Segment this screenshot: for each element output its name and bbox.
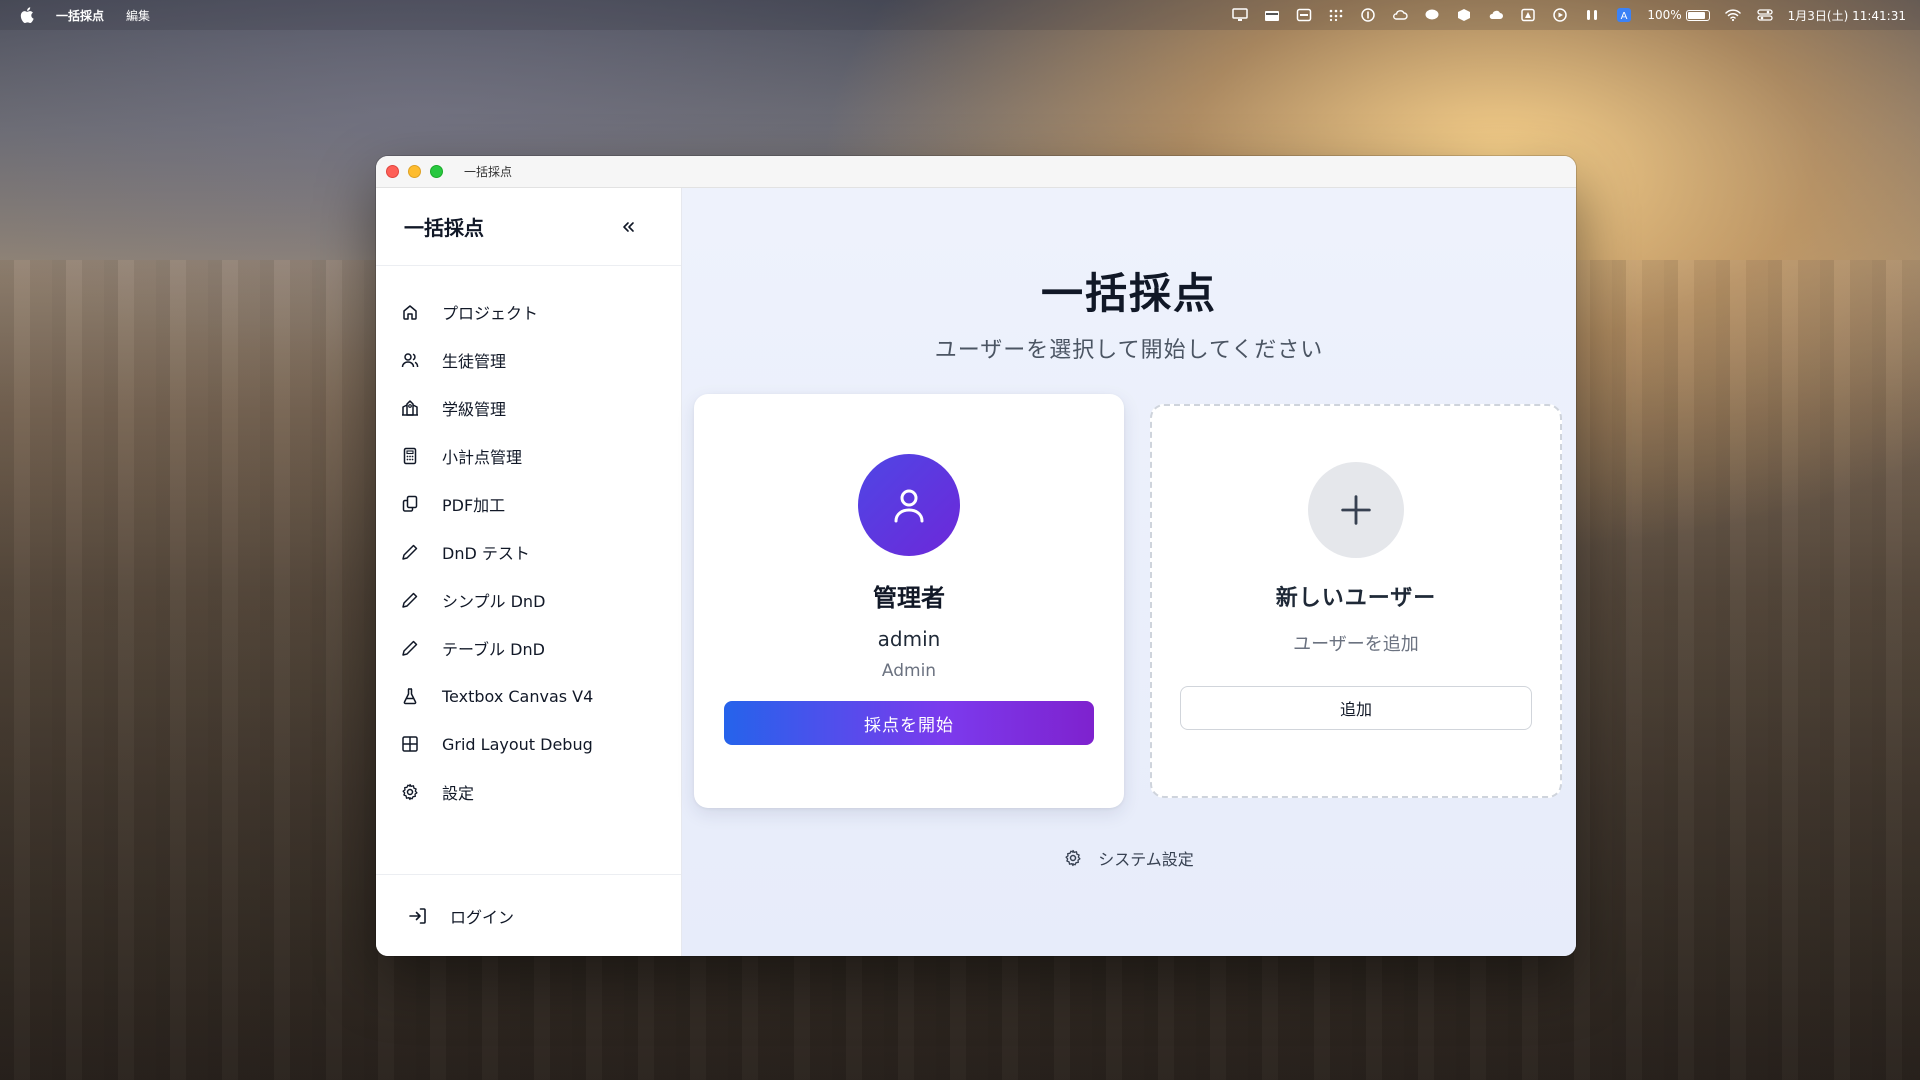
user-role: Admin — [881, 661, 937, 681]
apple-icon[interactable] — [20, 7, 34, 23]
school-icon — [400, 398, 420, 418]
maximize-window-button[interactable] — [430, 165, 443, 178]
start-grading-button[interactable]: 採点を開始 — [724, 701, 1094, 745]
gear-icon — [1064, 849, 1082, 867]
page-title: 一括採点 — [1040, 269, 1217, 318]
sidebar-title: 一括採点 — [404, 216, 484, 240]
new-user-subtitle: ユーザーを追加 — [1293, 634, 1419, 655]
login-button[interactable]: ログイン — [408, 904, 514, 928]
plus-icon — [1308, 462, 1404, 558]
wifi-icon[interactable] — [1724, 8, 1742, 22]
menubar-datetime[interactable]: 1月3日(土) 11:41:31 — [1788, 7, 1906, 24]
sidebar-footer: ログイン — [376, 874, 681, 956]
sidebar-item-table-dnd[interactable]: テーブル DnD — [376, 624, 681, 672]
drive-icon[interactable] — [1519, 8, 1537, 22]
sidebar-item-label: DnD テスト — [442, 544, 530, 563]
user-card-admin[interactable]: 管理者 admin Admin 採点を開始 — [694, 394, 1124, 808]
minimize-window-button[interactable] — [408, 165, 421, 178]
sidebar-item-label: プロジェクト — [442, 304, 539, 323]
sidebar-item-label: シンプル DnD — [442, 592, 546, 611]
cloud-icon[interactable] — [1487, 8, 1505, 22]
home-icon — [400, 302, 420, 322]
system-settings-link[interactable]: システム設定 — [682, 846, 1576, 870]
avatar — [858, 454, 960, 556]
chevrons-left-icon — [623, 221, 634, 232]
sidebar-item-dnd-test[interactable]: DnD テスト — [376, 528, 681, 576]
sidebar-item-simple-dnd[interactable]: シンプル DnD — [376, 576, 681, 624]
chat-icon[interactable] — [1423, 8, 1441, 22]
sidebar-item-label: 生徒管理 — [442, 352, 507, 371]
sidebar-item-label: 設定 — [442, 784, 475, 803]
cloud-sync-icon[interactable] — [1391, 8, 1409, 22]
main-content: 一括採点 ユーザーを選択して開始してください 管理者 admin Admin 採… — [682, 188, 1576, 956]
sidebar-item-label: Grid Layout Debug — [442, 734, 593, 754]
page-subtitle: ユーザーを選択して開始してください — [934, 338, 1324, 363]
battery-percent: 100% — [1647, 8, 1682, 22]
user-username: admin — [877, 627, 941, 651]
sidebar-item-label: Textbox Canvas V4 — [442, 686, 594, 706]
user-icon — [894, 489, 924, 523]
window-icon[interactable] — [1295, 8, 1313, 22]
system-settings-label: システム設定 — [1098, 850, 1194, 869]
sidebar-item-subtotals[interactable]: 小計点管理 — [376, 432, 681, 480]
new-user-title: 新しいユーザー — [1275, 586, 1437, 611]
window-titlebar[interactable]: 一括採点 — [376, 156, 1576, 188]
clapper-icon[interactable] — [1263, 8, 1281, 22]
input-indicator-text: A — [1621, 11, 1628, 22]
pencil-icon — [400, 590, 420, 610]
sidebar-item-grid-layout[interactable]: Grid Layout Debug — [376, 720, 681, 768]
display-icon[interactable] — [1231, 8, 1249, 22]
sidebar: 一括採点 プロジェクト 生徒管理 学級管理 小計点管理 PDF加工 DnD テス… — [376, 188, 682, 956]
sidebar-item-settings[interactable]: 設定 — [376, 768, 681, 816]
calculator-icon — [400, 446, 420, 466]
sidebar-item-label: 学級管理 — [442, 400, 507, 419]
gear-icon — [400, 782, 420, 802]
new-user-card[interactable]: 新しいユーザー ユーザーを追加 追加 — [1150, 404, 1562, 798]
control-center-icon[interactable] — [1756, 8, 1774, 22]
window-title: 一括採点 — [464, 165, 513, 179]
battery-indicator[interactable]: 100% — [1647, 8, 1710, 22]
sidebar-item-pdf[interactable]: PDF加工 — [376, 480, 681, 528]
input-method-icon[interactable]: A — [1615, 8, 1633, 22]
user-display-name: 管理者 — [873, 584, 945, 612]
sidebar-item-students[interactable]: 生徒管理 — [376, 336, 681, 384]
login-label: ログイン — [450, 907, 515, 927]
app-window: 一括採点 一括採点 プロジェクト 生徒管理 学級管理 小計点管理 PDF加工 D… — [376, 156, 1576, 956]
menu-bar: 一括採点 編集 A 100% 1月3日(土) 11:41:31 — [0, 0, 1920, 30]
grid-icon — [400, 734, 420, 754]
flask-icon — [400, 686, 420, 706]
grid-dots-icon[interactable] — [1327, 8, 1345, 22]
traffic-lights — [386, 165, 452, 178]
users-icon — [400, 350, 420, 370]
sidebar-item-classes[interactable]: 学級管理 — [376, 384, 681, 432]
onepassword-icon[interactable] — [1359, 8, 1377, 22]
sidebar-item-label: 小計点管理 — [442, 448, 523, 467]
sidebar-item-projects[interactable]: プロジェクト — [376, 288, 681, 336]
sidebar-item-label: テーブル DnD — [442, 640, 545, 659]
play-icon[interactable] — [1551, 8, 1569, 22]
airpods-icon[interactable] — [1583, 8, 1601, 22]
battery-icon — [1685, 9, 1710, 21]
add-user-button[interactable]: 追加 — [1180, 686, 1532, 730]
sidebar-item-textbox-canvas[interactable]: Textbox Canvas V4 — [376, 672, 681, 720]
login-icon — [408, 906, 428, 926]
pencil-icon — [400, 542, 420, 562]
pencil-icon — [400, 638, 420, 658]
sidebar-nav: プロジェクト 生徒管理 学級管理 小計点管理 PDF加工 DnD テスト シンプ… — [376, 266, 681, 874]
menubar-app-name[interactable]: 一括採点 — [56, 7, 104, 24]
hexagon-icon[interactable] — [1455, 8, 1473, 22]
menubar-edit[interactable]: 編集 — [126, 7, 150, 24]
sidebar-item-label: PDF加工 — [442, 496, 506, 515]
collapse-sidebar-button[interactable] — [615, 214, 641, 240]
files-icon — [400, 494, 420, 514]
close-window-button[interactable] — [386, 165, 399, 178]
sidebar-header: 一括採点 — [376, 188, 681, 266]
